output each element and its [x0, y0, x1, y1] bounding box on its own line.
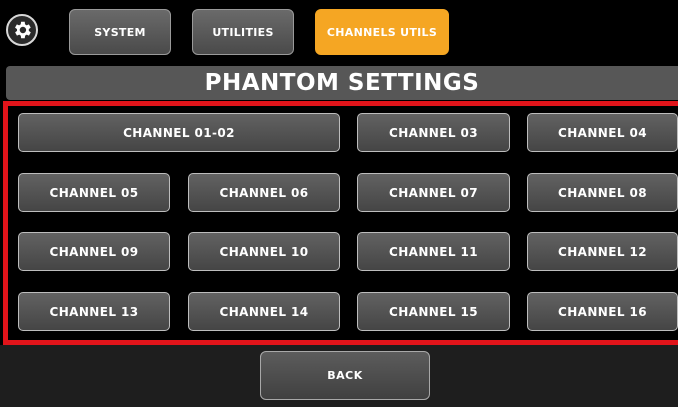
- channel-button-08[interactable]: CHANNEL 08: [527, 173, 678, 212]
- tab-system[interactable]: SYSTEM: [69, 9, 171, 55]
- settings-button[interactable]: [6, 14, 38, 46]
- channel-button-01-02[interactable]: CHANNEL 01-02: [18, 113, 340, 152]
- channel-button-10[interactable]: CHANNEL 10: [188, 232, 340, 271]
- channel-button-12[interactable]: CHANNEL 12: [527, 232, 678, 271]
- channel-button-03[interactable]: CHANNEL 03: [357, 113, 510, 152]
- channel-button-06[interactable]: CHANNEL 06: [188, 173, 340, 212]
- channel-button-11[interactable]: CHANNEL 11: [357, 232, 510, 271]
- gear-icon: [15, 21, 31, 39]
- channel-button-15[interactable]: CHANNEL 15: [357, 292, 510, 331]
- channel-button-13[interactable]: CHANNEL 13: [18, 292, 170, 331]
- top-bar: SYSTEM UTILITIES CHANNELS UTILS: [0, 0, 678, 64]
- channel-button-04[interactable]: CHANNEL 04: [527, 113, 678, 152]
- page-title: PHANTOM SETTINGS: [6, 66, 678, 100]
- channel-button-05[interactable]: CHANNEL 05: [18, 173, 170, 212]
- tab-utilities[interactable]: UTILITIES: [192, 9, 294, 55]
- channel-button-14[interactable]: CHANNEL 14: [188, 292, 340, 331]
- back-button[interactable]: BACK: [260, 351, 430, 400]
- tab-channels-utils[interactable]: CHANNELS UTILS: [315, 9, 449, 55]
- channel-button-09[interactable]: CHANNEL 09: [18, 232, 170, 271]
- channel-button-16[interactable]: CHANNEL 16: [527, 292, 678, 331]
- channel-button-07[interactable]: CHANNEL 07: [357, 173, 510, 212]
